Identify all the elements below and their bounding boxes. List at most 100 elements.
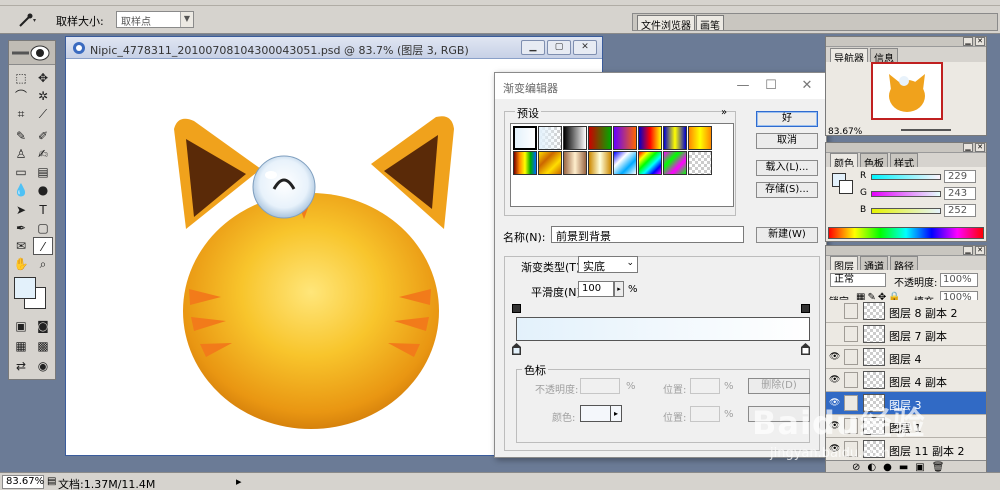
preset-violet-green-orange[interactable] xyxy=(513,151,537,175)
tab-brushes[interactable]: 画笔 xyxy=(696,15,724,32)
delete-opacity-stop-button[interactable]: 删除(D) xyxy=(748,378,810,394)
opacity-stop-left-icon[interactable] xyxy=(512,304,521,313)
tab-styles[interactable]: 样式 xyxy=(890,153,918,170)
visibility-eye-icon[interactable] xyxy=(829,306,839,316)
eyedropper-icon[interactable] xyxy=(16,12,38,28)
preset-yellow-violet[interactable] xyxy=(538,151,562,175)
tab-navigator[interactable]: 导航器 xyxy=(830,48,868,65)
layer-link-icon[interactable] xyxy=(844,303,858,319)
green-slider[interactable]: G 243 xyxy=(826,187,986,202)
color-stop-left-icon[interactable] xyxy=(512,343,521,355)
tab-channels[interactable]: 通道 xyxy=(860,256,888,273)
name-input[interactable]: 前景到背景 xyxy=(551,226,744,243)
green-value[interactable]: 243 xyxy=(944,187,976,200)
dialog-close-icon[interactable]: ✕ xyxy=(797,77,817,95)
notes-tool-icon[interactable]: ✉ xyxy=(11,237,31,255)
gradient-preview-bar[interactable] xyxy=(516,317,810,341)
dodge-tool-icon[interactable]: ● xyxy=(33,181,53,199)
layer-row[interactable]: 👁 图层 4 xyxy=(826,346,986,369)
standard-mode-icon[interactable]: ▣ xyxy=(11,317,31,335)
panel-close-icon[interactable]: ✕ xyxy=(975,246,985,255)
healing-brush-icon[interactable]: ✎ xyxy=(11,127,31,145)
preset-fg-bg[interactable] xyxy=(513,126,537,150)
pen-tool-icon[interactable]: ✒ xyxy=(11,219,31,237)
cancel-button[interactable]: 取消 xyxy=(756,133,818,149)
brush-tool-icon[interactable]: ✐ xyxy=(33,127,53,145)
smoothness-slider-arrow-icon[interactable]: ▸ xyxy=(614,281,624,297)
tab-layers[interactable]: 图层 xyxy=(830,256,858,273)
layer-row[interactable]: 图层 8 副本 2 xyxy=(826,300,986,323)
minimize-button[interactable]: ▁ xyxy=(521,40,545,55)
tab-swatches[interactable]: 色板 xyxy=(860,153,888,170)
layer-link-icon[interactable] xyxy=(844,349,858,365)
move-tool-icon[interactable]: ✥ xyxy=(33,69,53,87)
type-tool-icon[interactable]: T xyxy=(33,201,53,219)
preset-blue-red-yellow[interactable] xyxy=(638,126,662,150)
blend-mode-select[interactable]: 正常 xyxy=(830,273,886,287)
navigator-zoom-slider[interactable] xyxy=(901,129,951,131)
blue-slider[interactable]: B 252 xyxy=(826,204,986,219)
stop-opacity-field[interactable] xyxy=(580,378,620,394)
layer-opacity-field[interactable]: 100% xyxy=(940,273,978,287)
preset-copper[interactable] xyxy=(563,151,587,175)
preset-violet-orange[interactable] xyxy=(613,126,637,150)
slice-tool-icon[interactable]: ⟋ xyxy=(33,105,53,123)
tab-info[interactable]: 信息 xyxy=(870,48,898,65)
panel-close-icon[interactable]: ✕ xyxy=(975,143,985,152)
blue-value[interactable]: 252 xyxy=(944,204,976,217)
red-value[interactable]: 229 xyxy=(944,170,976,183)
tab-color[interactable]: 颜色 xyxy=(830,153,858,170)
preset-black-white[interactable] xyxy=(563,126,587,150)
maximize-button[interactable]: ▢ xyxy=(547,40,571,55)
navigator-thumbnail[interactable] xyxy=(871,62,943,120)
red-slider[interactable]: R 229 xyxy=(826,170,986,185)
jump-icon[interactable]: ◉ xyxy=(33,357,53,375)
quick-mask-icon[interactable]: ◙ xyxy=(33,317,53,335)
panel-minimize-icon[interactable]: ▁ xyxy=(963,143,973,152)
green-track[interactable] xyxy=(871,191,941,197)
hand-tool-icon[interactable]: ✋ xyxy=(11,255,31,273)
color-stop-right-icon[interactable] xyxy=(801,343,810,355)
path-select-icon[interactable]: ➤ xyxy=(11,201,31,219)
full-screen-icon[interactable]: ▩ xyxy=(33,337,53,355)
presets-menu-icon[interactable]: » xyxy=(721,107,727,118)
visibility-eye-icon[interactable]: 👁 xyxy=(829,375,840,385)
panel-minimize-icon[interactable]: ▁ xyxy=(963,37,973,46)
save-button[interactable]: 存储(S)... xyxy=(756,182,818,198)
zoom-field[interactable]: 83.67% xyxy=(2,475,44,489)
tab-file-browser[interactable]: 文件浏览器 xyxy=(637,15,695,32)
preset-blue-yellow-blue[interactable] xyxy=(663,126,687,150)
dialog-maximize-icon[interactable]: ☐ xyxy=(761,77,781,95)
gradient-type-select[interactable]: 实底 ⌄ xyxy=(578,256,638,273)
red-track[interactable] xyxy=(871,174,941,180)
preset-red-green[interactable] xyxy=(588,126,612,150)
tab-paths[interactable]: 路径 xyxy=(890,256,918,273)
preset-chrome[interactable] xyxy=(588,151,612,175)
zoom-tool-icon[interactable]: ⌕ xyxy=(33,255,53,273)
smoothness-input[interactable]: 100 xyxy=(578,281,614,297)
dialog-minimize-icon[interactable]: — xyxy=(733,77,753,95)
stop-color-swatch[interactable]: ▸ xyxy=(580,405,622,422)
panel-minimize-icon[interactable]: ▁ xyxy=(963,246,973,255)
ok-button[interactable]: 好 xyxy=(756,111,818,127)
opacity-location-field[interactable] xyxy=(690,378,720,394)
color-location-field[interactable] xyxy=(690,406,720,422)
opacity-stop-right-icon[interactable] xyxy=(801,304,810,313)
screen-mode-icon[interactable]: ▦ xyxy=(11,337,31,355)
lasso-tool-icon[interactable]: ⌒ xyxy=(11,87,31,105)
preset-transparent-stripes[interactable] xyxy=(688,151,712,175)
preset-fg-transparent[interactable] xyxy=(538,126,562,150)
load-button[interactable]: 载入(L)... xyxy=(756,160,818,176)
color-ramp[interactable] xyxy=(828,227,984,239)
layer-link-icon[interactable] xyxy=(844,326,858,342)
stamp-tool-icon[interactable]: ♙ xyxy=(11,145,31,163)
status-menu-icon[interactable]: ▸ xyxy=(236,475,242,488)
eyedropper-tool-icon[interactable]: ⁄ xyxy=(33,237,53,255)
panel-close-icon[interactable]: ✕ xyxy=(975,37,985,46)
close-button[interactable]: ✕ xyxy=(573,40,597,55)
eraser-tool-icon[interactable]: ▭ xyxy=(11,163,31,181)
shape-tool-icon[interactable]: ▢ xyxy=(33,219,53,237)
preset-steel[interactable] xyxy=(613,151,637,175)
marquee-tool-icon[interactable]: ⬚ xyxy=(11,69,31,87)
gradient-tool-icon[interactable]: ▤ xyxy=(33,163,53,181)
